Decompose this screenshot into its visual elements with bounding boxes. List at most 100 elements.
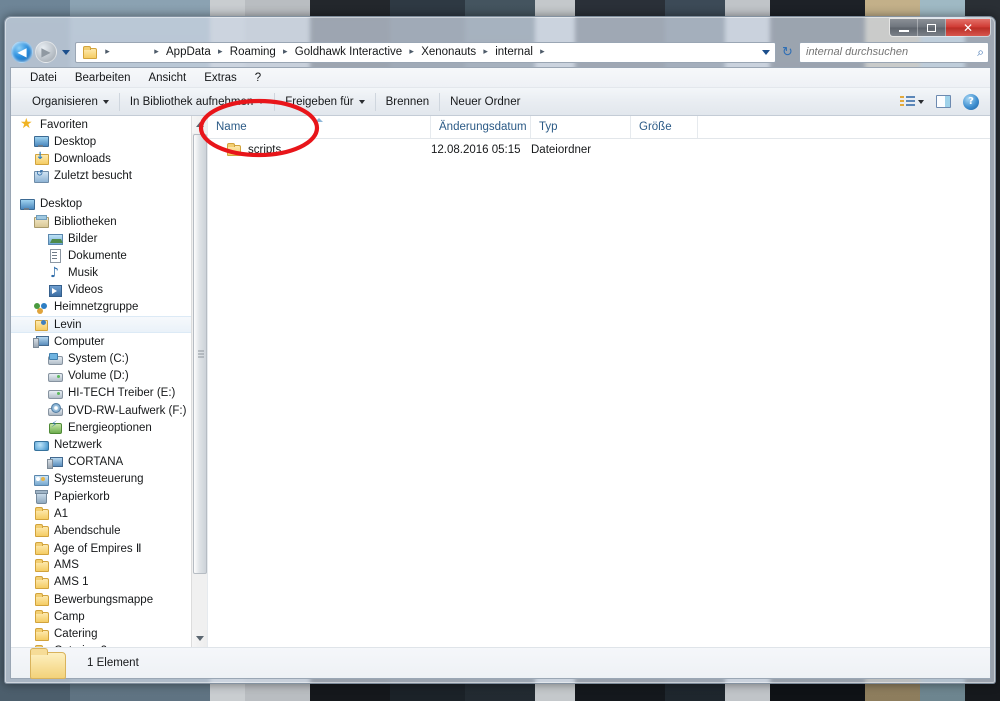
sidebar-item-cortana[interactable]: CORTANA	[11, 454, 207, 471]
sidebar-item-camp[interactable]: Camp	[11, 608, 207, 625]
share-with-label: Freigeben für	[285, 95, 354, 108]
sidebar-item-systemsteuerung[interactable]: Systemsteuerung	[11, 471, 207, 488]
sidebar-item-catering[interactable]: Catering	[11, 625, 207, 642]
sidebar-item-favoriten[interactable]: Favoriten	[11, 116, 207, 133]
sidebar-item-abendschule[interactable]: Abendschule	[11, 522, 207, 539]
help-button[interactable]: ?	[960, 92, 982, 112]
sidebar-item-netzwerk[interactable]: Netzwerk	[11, 436, 207, 453]
breadcrumb-item-internal[interactable]: internal	[491, 45, 537, 59]
share-with-button[interactable]: Freigeben für	[276, 93, 373, 111]
sidebar-item-ams-1[interactable]: AMS 1	[11, 574, 207, 591]
sidebar-item-hi-tech-treiber-e[interactable]: HI-TECH Treiber (E:)	[11, 385, 207, 402]
breadcrumb[interactable]: ▸ ▸ AppData ▸ Roaming ▸ Goldhawk Interac…	[75, 41, 776, 63]
folder-icon	[33, 609, 49, 624]
sidebar-item-levin[interactable]: Levin	[11, 316, 207, 334]
sidebar-item-papierkorb[interactable]: Papierkorb	[11, 488, 207, 505]
network-pc-icon	[47, 455, 63, 470]
search-box[interactable]: ⌕	[799, 41, 989, 63]
system-drive-icon	[47, 352, 63, 367]
search-input[interactable]	[804, 45, 978, 59]
breadcrumb-item-appdata[interactable]: AppData	[162, 45, 215, 59]
sidebar-item-ams[interactable]: AMS	[11, 557, 207, 574]
scroll-down-button[interactable]	[192, 630, 207, 647]
title-bar[interactable]: ✕	[5, 17, 995, 39]
sidebar-item-label: Volume (D:)	[68, 370, 129, 383]
toolbar-separator	[118, 92, 120, 111]
menu-item-ansicht[interactable]: Ansicht	[139, 70, 195, 86]
column-header-type[interactable]: Typ	[531, 116, 631, 138]
sidebar-item-energieoptionen[interactable]: Energieoptionen	[11, 419, 207, 436]
column-headers: Name Änderungsdatum Typ Größe	[208, 116, 990, 139]
sidebar-item-desktop[interactable]: Desktop	[11, 196, 207, 213]
column-header-size[interactable]: Größe	[631, 116, 698, 138]
sidebar-item-bibliotheken[interactable]: Bibliotheken	[11, 213, 207, 230]
explorer-window: ✕ ◀ ▶ ▸ ▸ AppData ▸ Roaming ▸ Goldhawk I…	[4, 16, 996, 684]
menu-item-extras[interactable]: Extras	[195, 70, 246, 86]
scroll-up-button[interactable]	[192, 116, 207, 133]
breadcrumb-item-xenonauts[interactable]: Xenonauts	[417, 45, 480, 59]
scrollbar-thumb[interactable]	[193, 134, 207, 574]
menu-item-bearbeiten[interactable]: Bearbeiten	[66, 70, 140, 86]
sidebar-item-a1[interactable]: A1	[11, 505, 207, 522]
minimize-button[interactable]	[890, 19, 918, 36]
sidebar-item-label: Musik	[68, 267, 99, 280]
sidebar-item-volume-d[interactable]: Volume (D:)	[11, 368, 207, 385]
sidebar-item-dokumente[interactable]: Dokumente	[11, 247, 207, 264]
sidebar-item-dvd-rw-laufwerk-f[interactable]: DVD-RW-Laufwerk (F:)	[11, 402, 207, 419]
sidebar-item-desktop[interactable]: Desktop	[11, 133, 207, 150]
menu-item-help[interactable]: ?	[246, 70, 270, 86]
forward-button[interactable]: ▶	[35, 41, 57, 63]
history-dropdown-button[interactable]	[60, 41, 71, 63]
sidebar-item-label: AMS 1	[54, 576, 89, 589]
column-header-date-modified[interactable]: Änderungsdatum	[431, 116, 531, 138]
sidebar-item-downloads[interactable]: Downloads	[11, 150, 207, 167]
change-view-button[interactable]	[897, 93, 927, 110]
include-in-library-button[interactable]: In Bibliothek aufnehmen	[121, 93, 273, 111]
breadcrumb-separator[interactable]: ▸	[151, 47, 162, 57]
breadcrumb-separator[interactable]: ▸	[280, 47, 291, 57]
sidebar-item-system-c[interactable]: System (C:)	[11, 350, 207, 367]
burn-button[interactable]: Brennen	[377, 93, 438, 111]
sidebar-item-musik[interactable]: Musik	[11, 265, 207, 282]
sidebar-item-bewerbungsmappe[interactable]: Bewerbungsmappe	[11, 591, 207, 608]
forward-arrow-icon: ▶	[41, 45, 51, 59]
column-header-size-label: Größe	[639, 121, 672, 133]
sidebar-item-bilder[interactable]: Bilder	[11, 230, 207, 247]
triangle-up-icon	[196, 122, 204, 127]
refresh-button[interactable]: ↻	[778, 43, 797, 62]
column-header-name[interactable]: Name	[208, 116, 431, 138]
close-button[interactable]: ✕	[946, 19, 990, 36]
back-button[interactable]: ◀	[11, 41, 33, 63]
sidebar-item-zuletzt-besucht[interactable]: Zuletzt besucht	[11, 168, 207, 185]
breadcrumb-separator[interactable]: ▸	[406, 47, 417, 57]
menu-item-datei[interactable]: Datei	[21, 70, 66, 86]
sidebar-item-computer[interactable]: Computer	[11, 333, 207, 350]
sidebar-item-videos[interactable]: Videos	[11, 282, 207, 299]
sidebar-item-age-of-empires[interactable]: Age of Empires Ⅱ	[11, 540, 207, 557]
toolbar-separator	[439, 92, 441, 111]
file-list-pane[interactable]: Name Änderungsdatum Typ Größe scripts 12…	[208, 116, 990, 647]
table-row[interactable]: scripts 12.08.2016 05:15 Dateiordner	[208, 139, 990, 160]
breadcrumb-separator[interactable]: ▸	[215, 47, 226, 57]
new-folder-button[interactable]: Neuer Ordner	[441, 93, 529, 111]
folder-icon	[33, 523, 49, 538]
sidebar-item-label: Levin	[54, 318, 82, 331]
breadcrumb-item-user[interactable]	[113, 45, 151, 59]
breadcrumb-item-goldhawk-interactive[interactable]: Goldhawk Interactive	[291, 45, 406, 59]
recent-places-icon	[33, 169, 49, 184]
maximize-button[interactable]	[918, 19, 946, 36]
organize-button[interactable]: Organisieren	[23, 93, 118, 111]
breadcrumb-item-roaming[interactable]: Roaming	[226, 45, 280, 59]
sidebar-item-heimnetzgruppe[interactable]: Heimnetzgruppe	[11, 299, 207, 316]
navigation-scrollbar[interactable]	[191, 116, 207, 647]
breadcrumb-separator[interactable]: ▸	[480, 47, 491, 57]
sidebar-item-label: Camp	[54, 610, 85, 623]
preview-pane-button[interactable]	[933, 93, 954, 110]
chevron-down-icon	[761, 49, 770, 55]
close-icon: ✕	[962, 20, 974, 35]
chevron-down-icon	[61, 49, 70, 55]
breadcrumb-separator[interactable]: ▸	[537, 47, 548, 57]
breadcrumb-separator[interactable]: ▸	[102, 47, 113, 57]
address-dropdown-button[interactable]	[758, 49, 773, 55]
sidebar-item-label: Energieoptionen	[68, 421, 152, 434]
